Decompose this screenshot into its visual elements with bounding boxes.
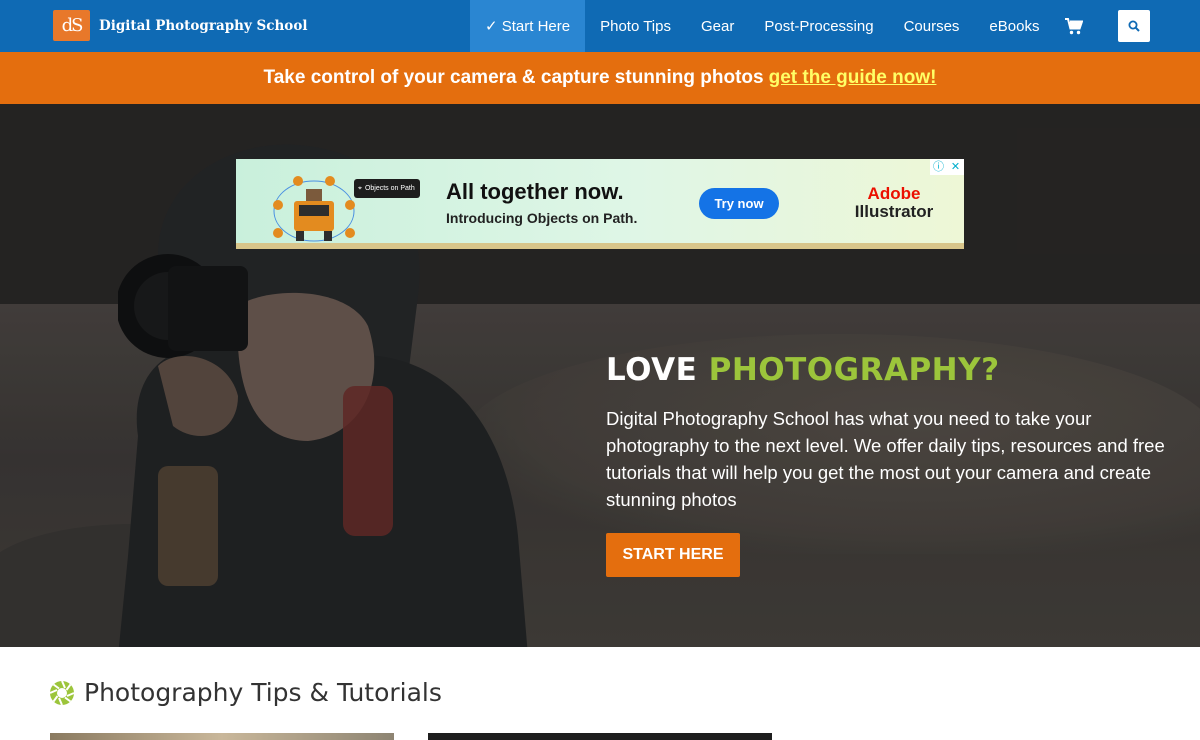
article-thumbnail[interactable]	[428, 733, 772, 740]
ad-info-icon[interactable]: ⓘ	[930, 159, 947, 175]
main-menu: ✓ Start Here Photo Tips Gear Post-Proces…	[470, 0, 1094, 52]
nav-start-here[interactable]: ✓ Start Here	[470, 0, 586, 52]
nav-gear[interactable]: Gear	[686, 0, 749, 52]
ad-try-now-button[interactable]: Try now	[699, 188, 779, 219]
site-name: Digital Photography School	[99, 17, 308, 34]
pointer-icon: ⌖	[358, 184, 362, 192]
article-thumbnail[interactable]	[50, 733, 394, 740]
ad-bottom-strip	[236, 243, 964, 249]
ad-brand-line1: Adobe	[867, 184, 921, 203]
hero-title-accent: PHOTOGRAPHY?	[708, 352, 1000, 388]
ad-tooltip-chip: ⌖ Objects on Path	[354, 179, 420, 198]
shopping-cart-icon[interactable]	[1054, 0, 1094, 52]
hero-title-plain: LOVE	[606, 352, 698, 388]
hero-section: ⌖ Objects on Path All together now. Intr…	[0, 104, 1200, 647]
promo-link[interactable]: get the guide now!	[769, 67, 937, 89]
section-title: Photography Tips & Tutorials	[84, 678, 442, 707]
ad-headline: All together now.	[446, 179, 624, 204]
start-here-button[interactable]: START HERE	[606, 533, 740, 577]
promo-banner: Take control of your camera & capture st…	[0, 52, 1200, 104]
aperture-icon	[49, 680, 75, 705]
hero-title: LOVE PHOTOGRAPHY?	[606, 352, 1000, 388]
nav-post-processing[interactable]: Post-Processing	[749, 0, 888, 52]
nav-courses[interactable]: Courses	[889, 0, 975, 52]
hero-description: Digital Photography School has what you …	[606, 408, 1165, 510]
ad-brand-logo: Adobe Illustrator	[834, 185, 954, 221]
ad-brand-line2: Illustrator	[854, 202, 934, 221]
nav-ebooks[interactable]: eBooks	[974, 0, 1054, 52]
ad-chip-label: Objects on Path	[364, 185, 415, 192]
truck-illustration-icon	[273, 176, 355, 242]
search-icon	[1128, 20, 1140, 32]
promo-text: Take control of your camera & capture st…	[263, 67, 764, 88]
logo-mark-icon: dS	[53, 10, 90, 41]
site-logo[interactable]: dS Digital Photography School	[53, 10, 307, 41]
ad-controls: ⓘ ✕	[930, 159, 964, 175]
ad-subline: Introducing Objects on Path.	[446, 210, 638, 226]
ad-close-icon[interactable]: ✕	[947, 159, 964, 175]
search-button[interactable]	[1118, 10, 1150, 42]
ad-banner[interactable]: ⌖ Objects on Path All together now. Intr…	[236, 159, 964, 249]
nav-photo-tips[interactable]: Photo Tips	[585, 0, 686, 52]
top-navigation: dS Digital Photography School ✓ Start He…	[0, 0, 1200, 52]
section-heading: Photography Tips & Tutorials	[49, 678, 442, 707]
